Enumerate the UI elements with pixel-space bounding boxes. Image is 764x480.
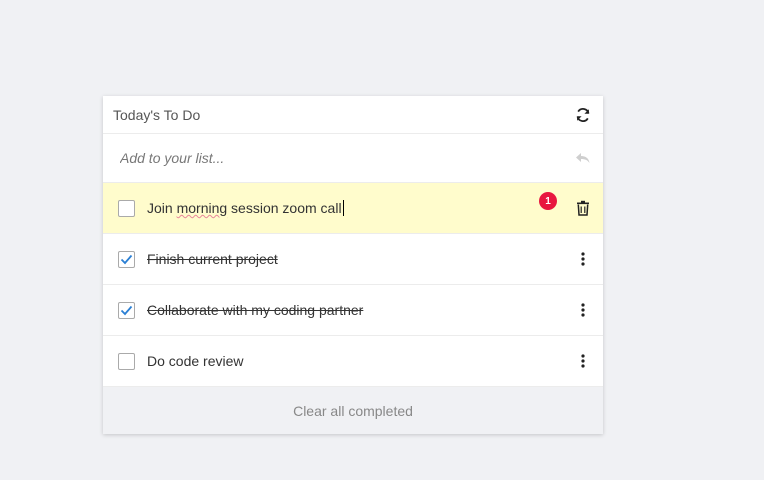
item-text-part: session zoom call bbox=[227, 200, 342, 216]
todo-item: Finish current project bbox=[103, 234, 603, 285]
todo-item: Collaborate with my coding partner bbox=[103, 285, 603, 336]
item-text: Collaborate with my coding partner bbox=[147, 302, 364, 318]
notification-badge: 1 bbox=[539, 192, 557, 210]
refresh-icon[interactable] bbox=[573, 105, 593, 125]
todo-footer: Clear all completed bbox=[103, 387, 603, 434]
item-checkbox-checked[interactable] bbox=[118, 250, 135, 268]
clear-completed-button[interactable]: Clear all completed bbox=[287, 402, 419, 420]
todo-title: Today's To Do bbox=[113, 106, 201, 123]
todo-card: Today's To Do Join morning session zoom … bbox=[103, 96, 603, 434]
more-vertical-icon[interactable] bbox=[573, 249, 593, 269]
todo-item-editing[interactable]: Join morning session zoom call 1 bbox=[103, 183, 603, 234]
item-checkbox-checked[interactable] bbox=[118, 301, 135, 319]
trash-icon[interactable] bbox=[573, 198, 593, 218]
item-text-part: Join bbox=[147, 200, 177, 216]
item-checkbox[interactable] bbox=[118, 199, 135, 217]
undo-icon[interactable] bbox=[573, 148, 593, 168]
text-caret bbox=[342, 200, 344, 216]
item-text: Do code review bbox=[147, 353, 244, 369]
todo-header: Today's To Do bbox=[103, 96, 603, 134]
todo-item: Do code review bbox=[103, 336, 603, 387]
more-vertical-icon[interactable] bbox=[573, 351, 593, 371]
misspelled-word: morning bbox=[176, 200, 228, 216]
add-item-row bbox=[103, 134, 603, 183]
item-text: Finish current project bbox=[147, 251, 278, 267]
more-vertical-icon[interactable] bbox=[573, 300, 593, 320]
add-item-input[interactable] bbox=[118, 149, 522, 167]
item-checkbox[interactable] bbox=[118, 352, 135, 370]
item-text-edit-field[interactable]: Join morning session zoom call bbox=[147, 200, 573, 216]
